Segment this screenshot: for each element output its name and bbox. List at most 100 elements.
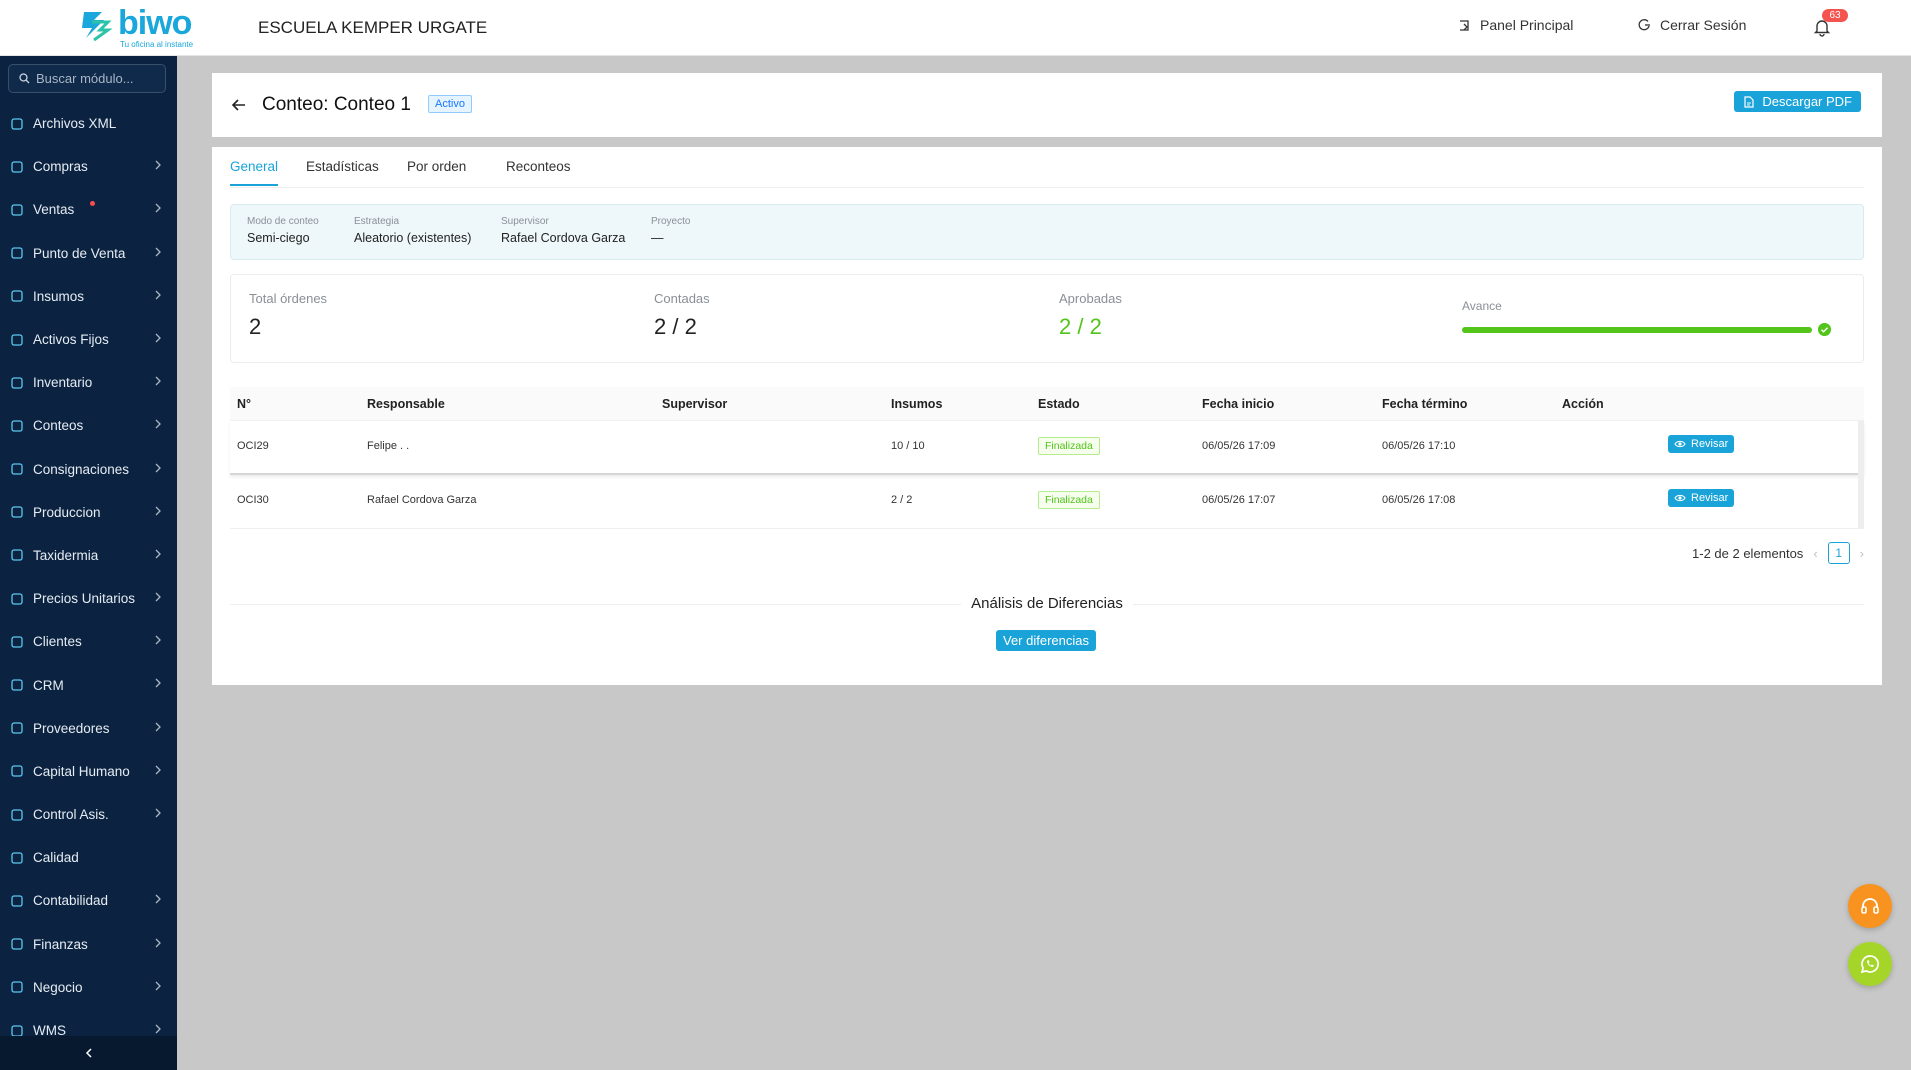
- tag-icon: [11, 204, 23, 216]
- table-row[interactable]: OCI29 Felipe . . 10 / 10 Finalizada 06/0…: [230, 421, 1864, 475]
- logout-link[interactable]: Cerrar Sesión: [1638, 17, 1746, 33]
- clients-icon: [11, 636, 23, 648]
- col-num: N°: [237, 397, 252, 411]
- next-page-icon[interactable]: ›: [1860, 546, 1864, 561]
- sidebar-item-conteos[interactable]: Conteos: [0, 404, 177, 447]
- chevron-right-icon: [155, 549, 161, 559]
- sidebar-item-clientes[interactable]: Clientes: [0, 620, 177, 663]
- sidebar-item-label: Clientes: [33, 634, 82, 650]
- stat-value: 2 / 2: [654, 314, 697, 339]
- info-label: Supervisor: [501, 216, 549, 227]
- sidebar-item-produccion[interactable]: Produccion: [0, 491, 177, 534]
- sidebar-item-label: Archivos XML: [33, 116, 117, 132]
- sidebar-item-insumos[interactable]: Insumos: [0, 275, 177, 318]
- table-header: N° Responsable Supervisor Insumos Estado…: [230, 387, 1864, 421]
- logo-tagline: Tu oficina al instante: [120, 40, 194, 49]
- info-value: —: [651, 231, 664, 245]
- cell-num: OCI30: [237, 494, 269, 506]
- whatsapp-icon: [1860, 955, 1879, 974]
- sidebar: Archivos XML Compras Ventas Punto de Venta I…: [0, 56, 177, 1070]
- sidebar-item-finanzas[interactable]: Finanzas: [0, 923, 177, 966]
- info-label: Estrategia: [354, 216, 400, 227]
- pos-icon: [11, 247, 23, 259]
- xml-icon: [11, 117, 23, 130]
- module-search-input[interactable]: [36, 71, 164, 86]
- cell-fecha-termino: 06/05/26 17:08: [1382, 494, 1456, 506]
- biwo-logo[interactable]: biwo Tu oficina al instante: [80, 4, 210, 50]
- pagination: 1-2 de 2 elementos ‹ 1 ›: [1692, 542, 1864, 564]
- sidebar-item-activos-fijos[interactable]: Activos Fijos: [0, 318, 177, 361]
- sidebar-item-label: Negocio: [33, 979, 83, 995]
- cell-fecha-inicio: 06/05/26 17:07: [1202, 494, 1276, 506]
- whatsapp-fab[interactable]: [1848, 942, 1892, 986]
- chevron-right-icon: [155, 463, 161, 472]
- sidebar-collapse-button[interactable]: [0, 1036, 177, 1070]
- revisar-label: Revisar: [1691, 492, 1729, 504]
- chevron-right-icon: [155, 376, 161, 386]
- sidebar-item-taxidermia[interactable]: Taxidermia: [0, 534, 177, 577]
- pagination-summary: 1-2 de 2 elementos: [1692, 545, 1804, 561]
- sidebar-item-label: CRM: [33, 677, 64, 693]
- sidebar-item-compras[interactable]: Compras: [0, 145, 177, 188]
- people-icon: [11, 765, 23, 778]
- chevron-right-icon: [155, 722, 161, 732]
- count-info-panel: Modo de conteo Semi-ciego Estrategia Ale…: [230, 204, 1864, 260]
- cell-num: OCI29: [237, 440, 269, 452]
- info-value: Semi-ciego: [247, 231, 310, 245]
- revisar-button[interactable]: Revisar: [1668, 435, 1735, 453]
- download-pdf-button[interactable]: Descargar PDF: [1734, 91, 1861, 112]
- chevron-right-icon: [155, 247, 161, 257]
- tab-reconteos[interactable]: Reconteos: [506, 159, 571, 184]
- cell-insumos: 2 / 2: [891, 494, 913, 506]
- finance-icon: [11, 938, 23, 950]
- cart-icon: [11, 161, 23, 173]
- sidebar-item-precios-unitarios[interactable]: Precios Unitarios: [0, 577, 177, 620]
- stat-label: Contadas: [654, 291, 710, 306]
- sidebar-item-calidad[interactable]: Calidad: [0, 836, 177, 879]
- sidebar-item-negocio[interactable]: Negocio: [0, 966, 177, 1009]
- sidebar-item-ventas[interactable]: Ventas: [0, 188, 177, 231]
- sidebar-item-capital-humano[interactable]: Capital Humano: [0, 750, 177, 793]
- bank-icon: [11, 895, 23, 907]
- sidebar-item-punto-de-venta[interactable]: Punto de Venta: [0, 232, 177, 275]
- info-value: Aleatorio (existentes): [354, 231, 472, 245]
- back-arrow-icon[interactable]: [231, 97, 247, 113]
- sidebar-item-label: Capital Humano: [33, 763, 130, 779]
- module-search[interactable]: [8, 64, 166, 93]
- stat-counted: Contadas 2 / 2: [654, 291, 710, 340]
- info-supervisor: Supervisor Rafael Cordova Garza: [501, 216, 625, 245]
- ver-diferencias-button[interactable]: Ver diferencias: [996, 630, 1096, 651]
- logout-label: Cerrar Sesión: [1660, 17, 1747, 33]
- sidebar-item-contabilidad[interactable]: Contabilidad: [0, 879, 177, 922]
- tab-estadisticas[interactable]: Estadísticas: [306, 159, 379, 184]
- business-icon: [11, 981, 23, 993]
- stat-value: 2: [249, 314, 262, 339]
- sidebar-item-archivos-xml[interactable]: Archivos XML: [0, 102, 177, 145]
- chevron-right-icon: [155, 1024, 161, 1034]
- sidebar-item-label: Control Asis.: [33, 807, 109, 823]
- sidebar-item-control-asis[interactable]: Control Asis.: [0, 793, 177, 836]
- sidebar-item-inventario[interactable]: Inventario: [0, 361, 177, 404]
- panel-principal-link[interactable]: Panel Principal: [1458, 17, 1573, 33]
- status-badge: Activo: [428, 95, 472, 113]
- tab-general[interactable]: General: [230, 159, 279, 186]
- sidebar-item-crm[interactable]: CRM: [0, 663, 177, 706]
- chevron-right-icon: [155, 419, 161, 429]
- support-fab[interactable]: [1848, 884, 1892, 928]
- col-fecha-inicio: Fecha inicio: [1202, 397, 1275, 411]
- col-supervisor: Supervisor: [662, 397, 728, 411]
- table-scrollbar[interactable]: [1858, 421, 1864, 529]
- sidebar-item-consignaciones[interactable]: Consignaciones: [0, 448, 177, 491]
- col-accion: Acción: [1562, 397, 1604, 411]
- table-row[interactable]: OCI30 Rafael Cordova Garza 2 / 2 Finaliz…: [230, 475, 1864, 529]
- tab-por-orden[interactable]: Por orden: [407, 159, 466, 184]
- sidebar-item-proveedores[interactable]: Proveedores: [0, 707, 177, 750]
- supplies-icon: [11, 290, 23, 302]
- revisar-button[interactable]: Revisar: [1668, 489, 1735, 507]
- assets-icon: [11, 333, 23, 346]
- page-number-button[interactable]: 1: [1827, 542, 1850, 564]
- prev-page-icon[interactable]: ‹: [1813, 546, 1817, 561]
- logout-icon: [1638, 19, 1650, 31]
- info-label: Proyecto: [651, 216, 691, 227]
- sidebar-item-label: Contabilidad: [33, 893, 109, 909]
